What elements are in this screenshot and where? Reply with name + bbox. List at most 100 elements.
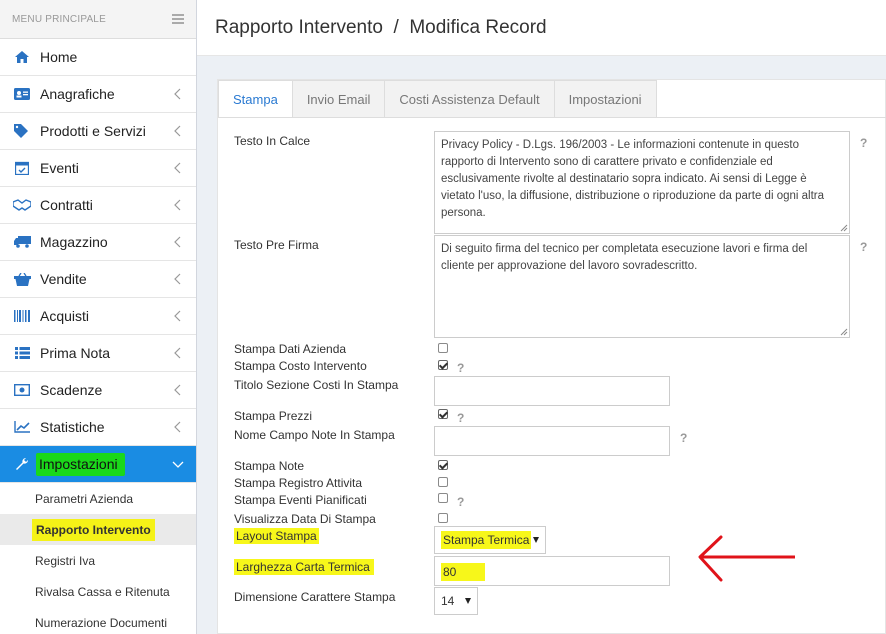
- sidebar-item-label: Prima Nota: [40, 345, 111, 361]
- sidebar-item-label: Scadenze: [40, 382, 103, 398]
- chevron-left-icon: [174, 125, 181, 137]
- submenu-item-label: Registri Iva: [35, 553, 96, 568]
- label-stampa-eventi-pianificati: Stampa Eventi Pianificati: [234, 493, 367, 507]
- layout-stampa-value: Stampa Termica: [441, 531, 532, 549]
- tab-impostazioni[interactable]: Impostazioni: [553, 80, 657, 118]
- help-icon[interactable]: ?: [457, 411, 464, 425]
- hamburger-menu-icon[interactable]: [172, 14, 184, 24]
- sidebar-item-home[interactable]: Home: [0, 39, 196, 76]
- testo-in-calce-value: Privacy Policy - D.Lgs. 196/2003 - Le in…: [441, 139, 824, 219]
- sidebar-item-label: Anagrafiche: [40, 86, 115, 102]
- dropdown-arrow-icon: [465, 598, 471, 604]
- annotation-arrow-icon: [698, 535, 795, 582]
- stampa-prezzi-checkbox[interactable]: [438, 409, 448, 419]
- stampa-eventi-pianificati-checkbox[interactable]: [438, 493, 448, 503]
- submenu-item-parametri-azienda[interactable]: Parametri Azienda: [0, 483, 196, 514]
- chevron-left-icon: [174, 421, 181, 433]
- sidebar-item-label: Contratti: [40, 197, 93, 213]
- dimensione-carattere-select[interactable]: 14: [434, 587, 478, 615]
- sidebar-item-impostazioni[interactable]: Impostazioni: [0, 446, 196, 483]
- tab-bar: Stampa Invio Email Costi Assistenza Defa…: [218, 80, 657, 118]
- submenu-item-rivalsa-cassa[interactable]: Rivalsa Cassa e Ritenuta: [0, 576, 196, 607]
- chevron-left-icon: [174, 199, 181, 211]
- visualizza-data-stampa-checkbox[interactable]: [438, 513, 448, 523]
- tab-stampa[interactable]: Stampa: [218, 80, 293, 118]
- chevron-left-icon: [174, 273, 181, 285]
- label-testo-in-calce: Testo In Calce: [234, 134, 311, 148]
- resize-handle-icon[interactable]: [840, 224, 848, 232]
- stampa-note-checkbox[interactable]: [438, 460, 448, 470]
- sidebar-item-label: Impostazioni: [36, 452, 125, 476]
- calendar-check-icon: [13, 161, 31, 175]
- chevron-left-icon: [174, 88, 181, 100]
- label-nome-campo-note: Nome Campo Note In Stampa: [234, 428, 395, 442]
- sidebar-item-label: Home: [40, 49, 78, 65]
- sidebar: MENU PRINCIPALE Home Anagrafiche Prodott…: [0, 0, 197, 634]
- help-icon[interactable]: ?: [680, 431, 687, 445]
- label-stampa-prezzi: Stampa Prezzi: [234, 409, 313, 423]
- tab-costi-assistenza-default[interactable]: Costi Assistenza Default: [384, 80, 555, 118]
- submenu-item-label: Parametri Azienda: [35, 491, 134, 506]
- tab-divider: [218, 117, 886, 118]
- submenu-item-label: Rapporto Intervento: [32, 518, 155, 541]
- testo-pre-firma-textarea[interactable]: Di seguito firma del tecnico per complet…: [434, 235, 850, 338]
- label-layout-stampa: Layout Stampa: [234, 528, 319, 544]
- larghezza-carta-termica-input[interactable]: 80: [434, 556, 670, 586]
- help-icon[interactable]: ?: [457, 361, 464, 375]
- stampa-dati-azienda-checkbox[interactable]: [438, 343, 448, 353]
- chevron-left-icon: [174, 384, 181, 396]
- sidebar-item-label: Acquisti: [40, 308, 90, 324]
- label-stampa-costo-intervento: Stampa Costo Intervento: [234, 359, 367, 373]
- sidebar-item-acquisti[interactable]: Acquisti: [0, 298, 196, 335]
- larghezza-carta-termica-value: 80: [441, 563, 485, 581]
- help-icon[interactable]: ?: [457, 495, 464, 509]
- sidebar-item-prodotti-servizi[interactable]: Prodotti e Servizi: [0, 113, 196, 150]
- submenu-item-label: Rivalsa Cassa e Ritenuta: [35, 584, 170, 599]
- handshake-icon: [13, 198, 31, 212]
- stampa-registro-attivita-checkbox[interactable]: [438, 477, 448, 487]
- nome-campo-note-input[interactable]: [434, 426, 670, 456]
- sidebar-header: MENU PRINCIPALE: [0, 0, 196, 39]
- label-stampa-note: Stampa Note: [234, 459, 305, 473]
- truck-icon: [13, 235, 31, 249]
- tab-invio-email[interactable]: Invio Email: [291, 80, 386, 118]
- titolo-sezione-costi-input[interactable]: [434, 376, 670, 406]
- layout-stampa-select[interactable]: Stampa Termica: [434, 526, 546, 554]
- sidebar-item-anagrafiche[interactable]: Anagrafiche: [0, 76, 196, 113]
- sidebar-item-magazzino[interactable]: Magazzino: [0, 224, 196, 261]
- resize-handle-icon[interactable]: [840, 328, 848, 336]
- submenu-item-registri-iva[interactable]: Registri Iva: [0, 545, 196, 576]
- sidebar-item-statistiche[interactable]: Statistiche: [0, 409, 196, 446]
- address-card-icon: [13, 87, 31, 101]
- sidebar-item-contratti[interactable]: Contratti: [0, 187, 196, 224]
- page-header: Rapporto Intervento / Modifica Record: [197, 0, 886, 56]
- sidebar-item-eventi[interactable]: Eventi: [0, 150, 196, 187]
- chevron-left-icon: [174, 236, 181, 248]
- line-chart-icon: [13, 420, 31, 434]
- wrench-icon: [13, 457, 31, 471]
- barcode-icon: [13, 309, 31, 323]
- chevron-down-icon: [172, 461, 184, 468]
- submenu-item-rapporto-intervento[interactable]: Rapporto Intervento: [0, 514, 196, 545]
- sidebar-item-scadenze[interactable]: Scadenze: [0, 372, 196, 409]
- dimensione-carattere-value: 14: [441, 594, 455, 608]
- tags-icon: [13, 124, 31, 138]
- sidebar-item-label: Magazzino: [40, 234, 108, 250]
- testo-in-calce-textarea[interactable]: Privacy Policy - D.Lgs. 196/2003 - Le in…: [434, 131, 850, 234]
- sidebar-item-vendite[interactable]: Vendite: [0, 261, 196, 298]
- label-stampa-dati-azienda: Stampa Dati Azienda: [234, 342, 347, 356]
- dropdown-arrow-icon: [533, 537, 539, 543]
- stampa-costo-intervento-checkbox[interactable]: [438, 360, 448, 370]
- sidebar-title: MENU PRINCIPALE: [12, 13, 106, 25]
- sidebar-item-prima-nota[interactable]: Prima Nota: [0, 335, 196, 372]
- list-icon: [13, 346, 31, 360]
- help-icon[interactable]: ?: [860, 136, 867, 150]
- sidebar-item-label: Eventi: [40, 160, 79, 176]
- sidebar-item-label: Vendite: [40, 271, 87, 287]
- page-title: Rapporto Intervento / Modifica Record: [215, 16, 547, 38]
- money-icon: [13, 383, 31, 397]
- help-icon[interactable]: ?: [860, 240, 867, 254]
- shopping-basket-icon: [13, 272, 31, 286]
- label-larghezza-carta-termica: Larghezza Carta Termica: [234, 559, 374, 575]
- submenu-item-numerazione-documenti[interactable]: Numerazione Documenti: [0, 607, 196, 634]
